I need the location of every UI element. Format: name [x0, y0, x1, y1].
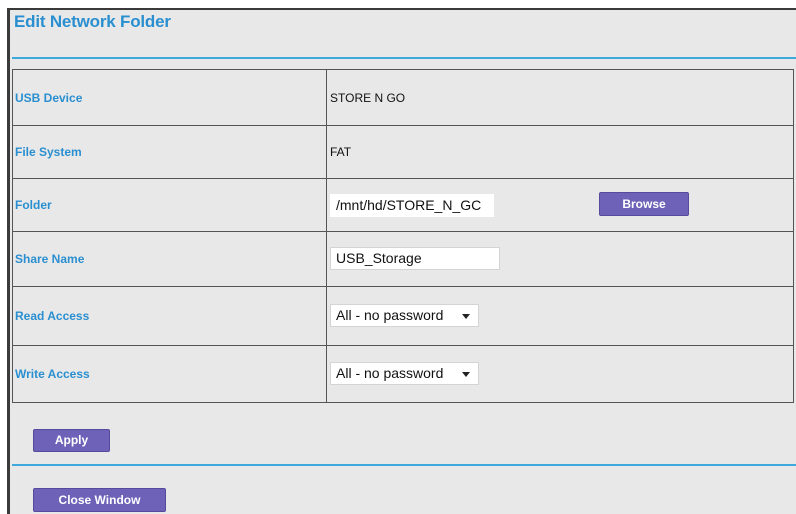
folder-settings-table: USB Device STORE N GO File System FAT Fo… — [12, 68, 794, 404]
table-row-usb-device: USB Device STORE N GO — [12, 68, 794, 127]
close-window-button[interactable]: Close Window — [33, 488, 166, 512]
share-name-input[interactable]: USB_Storage — [330, 247, 500, 271]
browse-button[interactable]: Browse — [599, 192, 689, 216]
write-access-select[interactable]: All - no password — [330, 362, 479, 386]
file-system-value: FAT — [330, 145, 352, 160]
read-access-selected-value: All - no password — [336, 307, 444, 324]
chevron-down-icon — [462, 314, 470, 320]
write-access-selected-value: All - no password — [336, 365, 444, 382]
file-system-label: File System — [12, 125, 327, 180]
table-row-share-name: Share Name USB_Storage — [12, 231, 794, 287]
folder-path-field[interactable]: /mnt/hd/STORE_N_GC — [330, 193, 494, 217]
usb-device-value: STORE N GO — [330, 90, 406, 105]
usb-device-label: USB Device — [12, 68, 327, 127]
table-row-write-access: Write Access All - no password — [12, 344, 794, 404]
write-access-label: Write Access — [12, 344, 327, 404]
share-name-label: Share Name — [12, 231, 327, 287]
read-access-label: Read Access — [12, 285, 327, 346]
apply-button[interactable]: Apply — [33, 429, 110, 452]
folder-label: Folder — [12, 178, 327, 233]
footer-divider — [12, 464, 796, 466]
edit-network-folder-panel: Edit Network Folder USB Device STORE N G… — [7, 8, 796, 514]
page-title: Edit Network Folder — [14, 12, 171, 31]
read-access-select[interactable]: All - no password — [330, 304, 479, 328]
table-row-read-access: Read Access All - no password — [12, 285, 794, 346]
header-divider — [12, 57, 796, 59]
table-row-file-system: File System FAT — [12, 125, 794, 180]
chevron-down-icon — [462, 372, 470, 378]
